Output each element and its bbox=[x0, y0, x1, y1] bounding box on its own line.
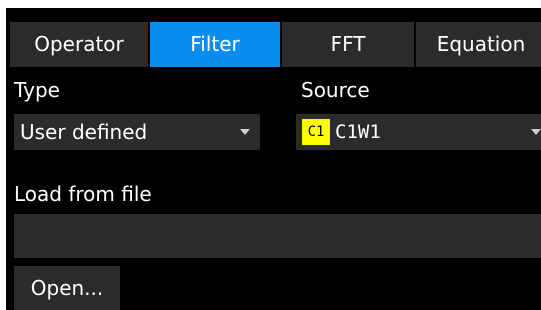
tab-fft[interactable]: FFT bbox=[282, 22, 414, 67]
tab-operator[interactable]: Operator bbox=[10, 22, 148, 67]
source-dropdown-value: C1W1 bbox=[335, 121, 381, 143]
type-label: Type bbox=[14, 78, 60, 102]
open-button[interactable]: Open... bbox=[14, 266, 120, 310]
type-dropdown[interactable]: User defined bbox=[14, 114, 260, 150]
tab-filter[interactable]: Filter bbox=[150, 22, 280, 67]
chevron-down-icon bbox=[240, 129, 250, 135]
filter-panel: Operator Filter FFT Equation Type Source… bbox=[6, 8, 541, 310]
source-dropdown[interactable]: C1 C1W1 bbox=[296, 114, 541, 150]
chevron-down-icon bbox=[531, 129, 541, 135]
file-path-input[interactable] bbox=[14, 214, 541, 258]
source-label: Source bbox=[301, 78, 370, 102]
tab-equation[interactable]: Equation bbox=[416, 22, 541, 67]
load-from-file-label: Load from file bbox=[14, 182, 152, 206]
tab-bar: Operator Filter FFT Equation bbox=[10, 22, 541, 67]
type-dropdown-value: User defined bbox=[20, 120, 148, 144]
channel-badge: C1 bbox=[302, 119, 330, 145]
